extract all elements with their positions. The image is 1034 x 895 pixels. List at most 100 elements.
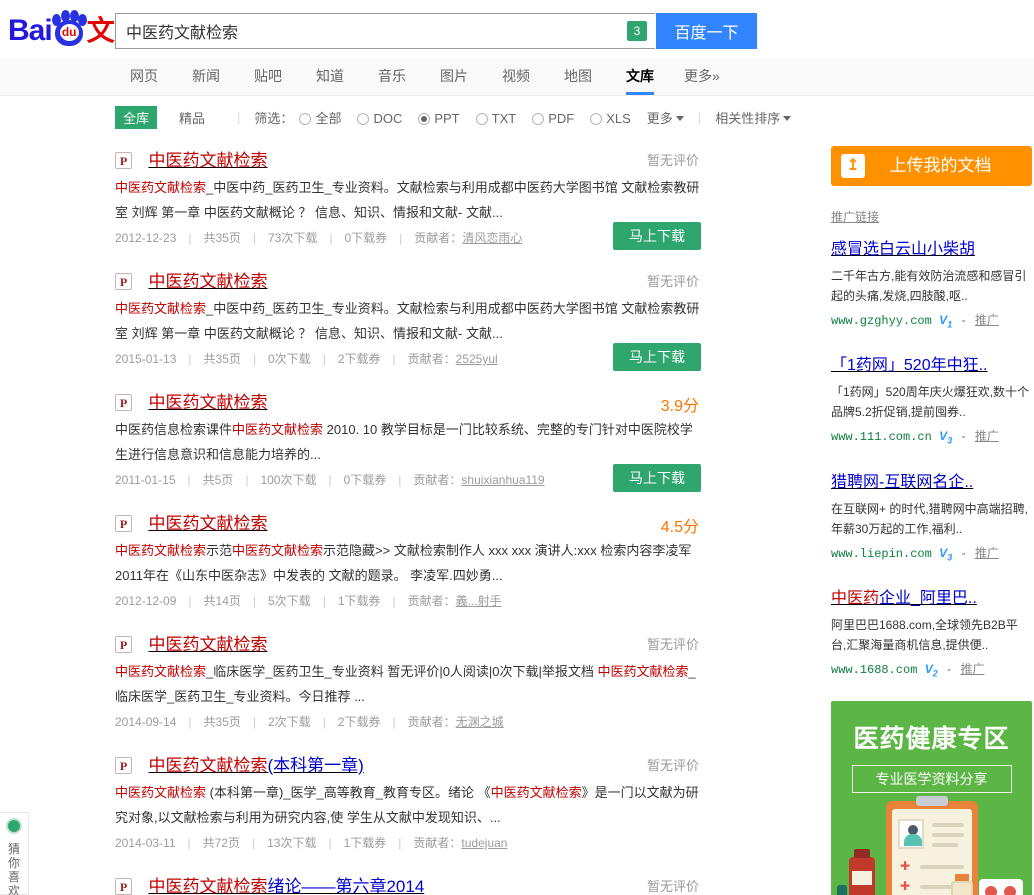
ads-list: 感冒选白云山小柴胡 二千年古方,能有效防治流感和感冒引起的头痛,发烧,四肢酸,呕…: [831, 235, 1032, 679]
promoted-ad: 中医药企业_阿里巴.. 阿里巴巴1688.com,全球领先B2B平台,汇聚海量商…: [831, 584, 1032, 678]
nav-item-6[interactable]: 视频: [502, 58, 530, 95]
contributor-link[interactable]: 清风恋雨心: [462, 231, 522, 245]
contributor-link[interactable]: shuixianhua119: [461, 473, 544, 487]
promoted-ad: 猎聘网-互联网名企.. 在互联网+ 的时代,猎聘网中高端招聘,年薪30万起的工作…: [831, 468, 1032, 562]
filter-radio-全部[interactable]: 全部: [299, 108, 341, 127]
header: Baidu文库 3 百度一下: [0, 0, 1034, 58]
radio-icon: [357, 113, 369, 125]
dash: -: [962, 546, 966, 560]
nav-item-8[interactable]: 文库: [626, 58, 654, 95]
result-rating: 暂无评价: [647, 150, 699, 169]
download-button[interactable]: 马上下载: [613, 464, 701, 492]
filter-radio-xls[interactable]: XLS: [590, 111, 631, 126]
ad-title-link[interactable]: 「1药网」520年中狂..: [831, 351, 988, 375]
result-rating: 4.5分: [661, 513, 699, 537]
radio-icon: [476, 113, 488, 125]
result-rating: 暂无评价: [647, 755, 699, 774]
search-result-item: P 中医药文献检索 暂无评价 中医药文献检索_中医中药_医药卫生_专业资料。文献…: [115, 146, 701, 246]
upload-document-button[interactable]: ↥ 上传我的文档: [831, 146, 1032, 186]
v-badge-icon: V1: [939, 313, 952, 327]
ppt-file-icon: P: [115, 273, 132, 290]
promo-links-label[interactable]: 推广链接: [831, 208, 879, 225]
nav-item-3[interactable]: 知道: [316, 58, 344, 95]
nav-item-5[interactable]: 图片: [440, 58, 468, 95]
result-title-link[interactable]: 中医药文献检索: [148, 272, 267, 291]
search-input[interactable]: [115, 13, 655, 49]
result-snippet: 中医药文献检索_中医中药_医药卫生_专业资料。文献检索与利用成都中医药大学图书馆…: [115, 175, 701, 225]
result-title-link[interactable]: 中医药文献检索绪论——第六章2014: [148, 877, 424, 895]
radio-icon: [299, 113, 311, 125]
upload-icon: ↥: [841, 154, 865, 178]
result-rating: 暂无评价: [647, 634, 699, 653]
result-rating: 3.9分: [661, 392, 699, 416]
result-title-link[interactable]: 中医药文献检索: [148, 151, 267, 170]
nav-item-2[interactable]: 贴吧: [254, 58, 282, 95]
search-result-item: P 中医药文献检索 暂无评价 中医药文献检索_临床医学_医药卫生_专业资料 暂无…: [115, 630, 701, 730]
pill-blister-icon: [979, 879, 1023, 895]
ad-title-link[interactable]: 感冒选白云山小柴胡: [831, 235, 975, 259]
banner-illustration: ✚ ✚: [831, 789, 1032, 895]
v-badge-icon: V3: [939, 546, 952, 560]
nav-item-0[interactable]: 网页: [130, 58, 158, 95]
chevron-down-icon: [676, 116, 684, 121]
result-snippet: 中医药文献检索示范中医药文献检索示范隐藏>> 文献检索制作人 xxx xxx 演…: [115, 538, 701, 588]
contributor-link[interactable]: 无渊之城: [456, 715, 504, 729]
filter-radio-ppt[interactable]: PPT: [418, 111, 459, 126]
radio-icon: [590, 113, 602, 125]
ad-url: www.1688.com: [831, 663, 917, 677]
nav-more-link[interactable]: 更多»: [684, 58, 720, 95]
result-snippet: 中医药文献检索_临床医学_医药卫生_专业资料 暂无评价|0人阅读|0次下载|举报…: [115, 659, 701, 709]
ad-promo-link[interactable]: 推广: [975, 313, 999, 327]
filter-more-dropdown[interactable]: 更多: [647, 108, 684, 127]
download-button[interactable]: 马上下载: [613, 343, 701, 371]
ad-url: www.111.com.cn: [831, 430, 932, 444]
search-count-badge: 3: [627, 21, 647, 41]
ad-title-link[interactable]: 猎聘网-互联网名企..: [831, 468, 973, 492]
filter-all-button[interactable]: 全库: [115, 106, 157, 129]
guess-you-like-widget[interactable]: 猜你喜欢: [0, 812, 29, 895]
nav-item-1[interactable]: 新闻: [192, 58, 220, 95]
result-title-link[interactable]: 中医药文献检索: [148, 635, 267, 654]
filter-radio-doc[interactable]: DOC: [357, 111, 402, 126]
result-rating: 暂无评价: [647, 876, 699, 895]
sort-dropdown[interactable]: 相关性排序: [715, 108, 791, 127]
medicine-bottle-icon: [849, 857, 875, 895]
ppt-file-icon: P: [115, 515, 132, 532]
ad-promo-link[interactable]: 推广: [960, 662, 984, 676]
ad-promo-link[interactable]: 推广: [975, 546, 999, 560]
download-button[interactable]: 马上下载: [613, 222, 701, 250]
v-badge-icon: V3: [939, 429, 952, 443]
guess-you-like-label: 猜你喜欢: [0, 842, 28, 895]
promoted-ad: 「1药网」520年中狂.. 「1药网」520周年庆火爆狂欢,数十个品牌5.2折促…: [831, 351, 1032, 445]
result-meta: 2014-09-14|共35页|2次下载|2下载券|贡献者：无渊之城: [115, 713, 701, 730]
filter-radio-pdf[interactable]: PDF: [532, 111, 574, 126]
promoted-ad: 感冒选白云山小柴胡 二千年古方,能有效防治流感和感冒引起的头痛,发烧,四肢酸,呕…: [831, 235, 1032, 329]
radio-icon: [418, 113, 430, 125]
ad-description: 二千年古方,能有效防治流感和感冒引起的头痛,发烧,四肢酸,呕..: [831, 266, 1032, 306]
ad-url: www.liepin.com: [831, 547, 932, 561]
result-title-link[interactable]: 中医药文献检索(本科第一章): [148, 756, 363, 775]
filter-premium-button[interactable]: 精品: [179, 108, 205, 127]
result-title-link[interactable]: 中医药文献检索: [148, 393, 267, 412]
contributor-link[interactable]: 2525yul: [456, 352, 498, 366]
nav-items: 网页新闻贴吧知道音乐图片视频地图文库: [0, 68, 654, 85]
ad-url: www.gzghyy.com: [831, 314, 932, 328]
result-snippet: 中医药文献检索 (本科第一章)_医学_高等教育_教育专区。绪论 《中医药文献检索…: [115, 780, 701, 830]
chevron-down-icon: [783, 116, 791, 121]
contributor-link[interactable]: 義...射手: [456, 594, 502, 608]
nav-item-7[interactable]: 地图: [564, 58, 592, 95]
health-zone-banner-ad[interactable]: 医药健康专区 专业医学资料分享: [831, 701, 1032, 895]
radio-icon: [532, 113, 544, 125]
search-result-item: P 中医药文献检索 4.5分 中医药文献检索示范中医药文献检索示范隐藏>> 文献…: [115, 509, 701, 609]
contributor-link[interactable]: tudejuan: [461, 836, 507, 850]
ad-promo-link[interactable]: 推广: [975, 429, 999, 443]
filter-radio-txt[interactable]: TXT: [476, 111, 517, 126]
ppt-file-icon: P: [115, 878, 132, 895]
ad-description: 「1药网」520周年庆火爆狂欢,数十个品牌5.2折促销,提前囤券..: [831, 382, 1032, 422]
dash: -: [947, 662, 951, 676]
baidu-wenku-search-page: Baidu文库 3 百度一下 网页新闻贴吧知道音乐图片视频地图文库更多» 全库精…: [0, 0, 1034, 895]
search-button[interactable]: 百度一下: [656, 13, 757, 49]
ad-title-link[interactable]: 中医药企业_阿里巴..: [831, 584, 977, 608]
nav-item-4[interactable]: 音乐: [378, 58, 406, 95]
result-title-link[interactable]: 中医药文献检索: [148, 514, 267, 533]
